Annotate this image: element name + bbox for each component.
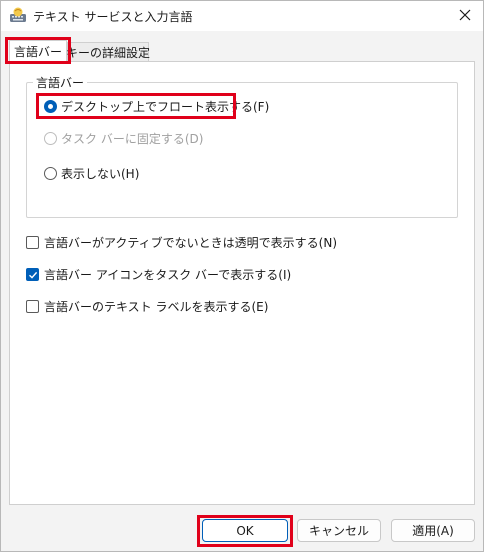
- group-label: 言語バー: [33, 74, 88, 91]
- radio-hidden[interactable]: 表示しない(H): [44, 165, 139, 182]
- tab-advanced-key-settings[interactable]: キーの詳細設定: [66, 42, 151, 62]
- ok-button[interactable]: OK: [202, 519, 288, 542]
- apply-button[interactable]: 適用(A): [391, 519, 475, 542]
- dialog-client-area: 言語バー キーの詳細設定 言語バー デスクトップ上でフロート表示する(F) タス…: [1, 31, 483, 551]
- checkbox-label: 言語バー アイコンをタスク バーで表示する(I): [44, 268, 292, 282]
- checkmark-icon: [29, 271, 38, 279]
- apply-button-label: 適用(A): [412, 524, 454, 538]
- language-bar-group: 言語バー デスクトップ上でフロート表示する(F) タスク バーに固定する(D) …: [26, 74, 458, 218]
- title-bar: テキスト サービスと入力言語: [1, 1, 483, 31]
- radio-dock-in-taskbar[interactable]: タスク バーに固定する(D): [44, 130, 203, 147]
- ok-button-label: OK: [236, 523, 254, 538]
- checkbox-label: 言語バーのテキスト ラベルを表示する(E): [44, 300, 269, 314]
- checkbox[interactable]: [26, 300, 39, 313]
- tab-language-bar[interactable]: 言語バー: [9, 40, 67, 62]
- tab-page-language-bar: 言語バー デスクトップ上でフロート表示する(F) タスク バーに固定する(D) …: [9, 61, 475, 505]
- cancel-button[interactable]: キャンセル: [297, 519, 381, 542]
- tab-label: キーの詳細設定: [66, 46, 151, 60]
- radio-label: タスク バーに固定する(D): [61, 132, 204, 146]
- close-button[interactable]: [451, 3, 479, 29]
- radio-float-on-desktop[interactable]: デスクトップ上でフロート表示する(F): [44, 98, 269, 115]
- checkbox-show-text-labels[interactable]: 言語バーのテキスト ラベルを表示する(E): [26, 298, 268, 315]
- radio-button-disabled[interactable]: [44, 132, 57, 145]
- radio-label: 表示しない(H): [61, 167, 140, 181]
- checkbox[interactable]: [26, 236, 39, 249]
- radio-button[interactable]: [44, 167, 57, 180]
- language-keyboard-icon: [9, 7, 27, 23]
- window-title: テキスト サービスと入力言語: [33, 10, 193, 24]
- radio-button-selected[interactable]: [44, 100, 57, 113]
- close-icon: [459, 9, 471, 24]
- tab-label: 言語バー: [13, 45, 62, 59]
- cancel-button-label: キャンセル: [308, 524, 369, 538]
- dialog-window: テキスト サービスと入力言語 言語バー キーの詳細設定 言語バー デスクトップ上…: [0, 0, 484, 552]
- radio-label: デスクトップ上でフロート表示する(F): [61, 100, 270, 114]
- checkbox-checked[interactable]: [26, 268, 39, 281]
- checkbox-transparent-when-inactive[interactable]: 言語バーがアクティブでないときは透明で表示する(N): [26, 234, 337, 251]
- checkbox-show-icons-in-taskbar[interactable]: 言語バー アイコンをタスク バーで表示する(I): [26, 266, 291, 283]
- checkbox-label: 言語バーがアクティブでないときは透明で表示する(N): [44, 236, 338, 250]
